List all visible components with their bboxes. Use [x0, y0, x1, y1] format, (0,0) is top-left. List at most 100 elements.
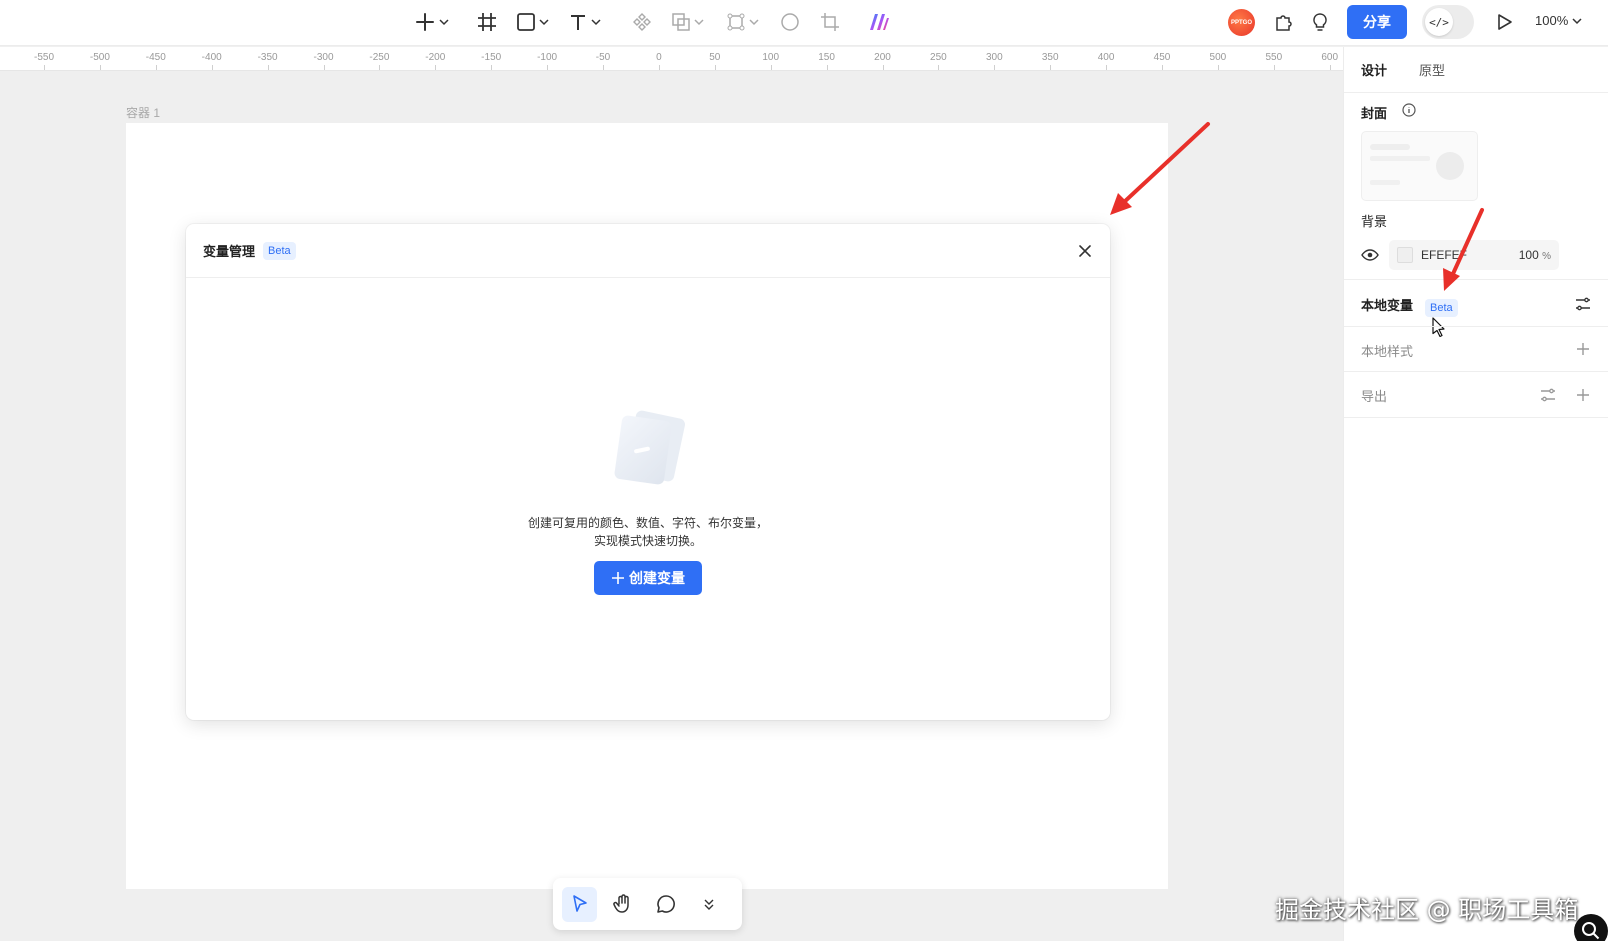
ruler-tick-label: -300 — [313, 52, 334, 63]
ruler-tick-label: -350 — [257, 52, 278, 63]
double-chevron-down-icon — [704, 899, 713, 910]
play-icon — [1498, 14, 1512, 30]
chevron-down-icon — [439, 19, 449, 26]
cover-preview-image — [1370, 144, 1464, 185]
ruler-tick — [658, 65, 660, 70]
ruler-tick — [1217, 65, 1219, 70]
boolean-tool[interactable] — [671, 9, 705, 35]
mask-tool[interactable] — [780, 9, 800, 35]
user-avatar[interactable]: PPTGO — [1228, 9, 1255, 36]
local-variables-label: 本地变量 — [1361, 298, 1414, 313]
top-toolbar: PPTGO 分享 </> 100% — [0, 0, 1608, 46]
chevron-down-icon — [694, 19, 704, 26]
crop-tool[interactable] — [820, 9, 840, 35]
ruler-tick — [491, 65, 493, 70]
comment-tool[interactable] — [648, 887, 683, 922]
zoom-value: 100% — [1535, 13, 1569, 28]
cursor-arrow-icon — [572, 895, 587, 912]
ai-tool[interactable] — [868, 9, 890, 35]
tab-prototype[interactable]: 原型 — [1419, 60, 1445, 79]
add-tool[interactable] — [414, 9, 450, 35]
dev-mode-toggle[interactable]: </> — [1422, 5, 1474, 39]
horizontal-ruler: -550 -500 -450 -400 -350 -300 -250 -200 -150 -100… — [0, 47, 1343, 71]
ruler-tick-label: 150 — [818, 52, 835, 63]
properties-panel: 设计 原型 封面 背景 EFEFEF 100 % 本地变量 Beta 本地样式 … — [1343, 47, 1608, 941]
ruler-tick — [379, 65, 381, 70]
ruler-tick-label: 250 — [930, 52, 947, 63]
ruler-tick — [99, 65, 101, 70]
background-color-value[interactable]: EFEFEF — [1421, 248, 1467, 262]
ruler-tick-label: 600 — [1321, 52, 1339, 63]
share-button[interactable]: 分享 — [1347, 5, 1407, 39]
hand-icon — [612, 894, 629, 913]
frame-tool[interactable] — [476, 9, 498, 35]
ruler-tick — [323, 65, 325, 70]
add-export-plus-icon[interactable] — [1574, 386, 1592, 404]
plugins-button[interactable] — [1274, 9, 1294, 35]
cover-thumbnail[interactable] — [1361, 131, 1478, 201]
ruler-tick — [770, 65, 772, 70]
background-label: 背景 — [1361, 214, 1388, 229]
ruler-tick — [603, 65, 604, 70]
plus-icon — [416, 13, 434, 31]
empty-text-line-1: 创建可复用的颜色、数值、字符、布尔变量， — [527, 516, 768, 530]
ruler-tick-label: 550 — [1265, 52, 1283, 63]
divider — [1344, 326, 1608, 327]
path-tool[interactable] — [726, 9, 760, 35]
background-color-field[interactable]: EFEFEF 100 % — [1389, 240, 1559, 270]
ruler-tick-label: -500 — [89, 52, 110, 63]
text-tool[interactable] — [568, 9, 602, 35]
circle-mask-icon — [781, 13, 799, 31]
dialog-header: 变量管理 Beta — [186, 224, 1110, 278]
plus-icon — [612, 572, 624, 584]
color-swatch[interactable] — [1397, 247, 1413, 263]
tips-button[interactable] — [1310, 9, 1330, 35]
text-icon — [571, 15, 585, 30]
ruler-tick — [1106, 65, 1108, 70]
frame-icon — [478, 13, 496, 31]
ruler-tick-label: 200 — [874, 52, 891, 63]
ruler-tick-label: 100 — [762, 52, 780, 63]
ruler-tick — [1329, 65, 1331, 70]
crop-icon — [821, 13, 839, 31]
export-settings-icon[interactable] — [1539, 386, 1557, 404]
tab-design[interactable]: 设计 — [1361, 60, 1387, 79]
component-tool[interactable] — [631, 9, 653, 35]
sliders-settings-icon[interactable] — [1574, 295, 1592, 313]
frame-label[interactable]: 容器 1 — [126, 104, 160, 121]
magnifier-button[interactable] — [1574, 914, 1608, 941]
lightbulb-icon — [1313, 13, 1327, 31]
add-style-plus-icon[interactable] — [1574, 340, 1592, 358]
comment-bubble-icon — [656, 895, 675, 913]
mouse-cursor-icon — [1432, 317, 1445, 337]
ruler-tick — [994, 65, 996, 70]
variables-dialog: 变量管理 Beta 创建可复用的颜色、数值、字符、布尔变量， 实现模式快速切换。… — [186, 224, 1110, 720]
rectangle-tool[interactable] — [516, 9, 550, 35]
background-opacity[interactable]: 100 % — [1519, 248, 1551, 262]
ruler-tick — [267, 65, 269, 70]
ruler-tick-label: 350 — [1041, 52, 1059, 63]
empty-text-line-2: 实现模式快速切换。 — [593, 534, 702, 548]
chevron-down-icon — [1572, 17, 1582, 24]
opacity-unit: % — [1542, 251, 1551, 262]
export-label: 导出 — [1361, 389, 1388, 404]
divider — [1344, 279, 1608, 280]
ruler-tick — [1050, 65, 1052, 70]
boolean-icon — [672, 13, 690, 31]
ruler-tick-label: -450 — [145, 52, 166, 63]
hand-tool[interactable] — [605, 887, 640, 922]
ruler-tick-label: 500 — [1209, 52, 1227, 63]
chevron-down-icon — [591, 19, 601, 26]
select-tool[interactable] — [562, 886, 597, 922]
cover-label-text: 封面 — [1361, 106, 1388, 121]
more-tools-button[interactable] — [691, 887, 726, 922]
info-icon[interactable] — [1402, 103, 1416, 117]
avatar-text: PPTGO — [1230, 19, 1252, 26]
eye-icon[interactable] — [1361, 246, 1379, 264]
create-variable-button[interactable]: 创建变量 — [594, 561, 702, 595]
preview-button[interactable] — [1494, 9, 1514, 35]
zoom-select[interactable]: 100% — [1535, 13, 1583, 28]
code-icon: </> — [1425, 8, 1453, 36]
close-icon[interactable] — [1076, 242, 1094, 260]
local-variables-beta-badge[interactable]: Beta — [1425, 299, 1458, 317]
